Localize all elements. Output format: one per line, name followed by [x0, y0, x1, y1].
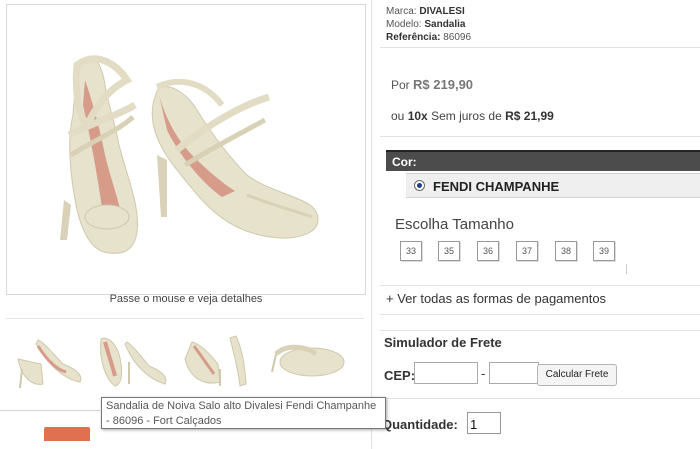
divider [380, 314, 700, 315]
main-product-image[interactable] [6, 4, 366, 295]
quantity-label: Quantidade: [382, 417, 458, 432]
model-row: Modelo: Sandalia [386, 19, 466, 30]
reference-label: Referência: [386, 32, 441, 43]
cep-dash: - [481, 366, 486, 381]
cep-input-suffix[interactable] [489, 362, 539, 384]
size-option-36[interactable]: 36 [477, 241, 499, 261]
color-title: Cor: [392, 155, 417, 169]
reference-row: Referência: 86096 [386, 32, 471, 43]
shoe-image [60, 55, 319, 254]
reference-value: 86096 [443, 32, 472, 43]
brand-label: Marca: [386, 6, 417, 17]
thumbnail-1[interactable] [8, 324, 92, 390]
thumbnail-2[interactable] [93, 324, 177, 390]
buy-button[interactable] [44, 427, 90, 441]
installments-prefix: ou [391, 109, 405, 123]
price-row: Por R$ 219,90 [391, 77, 473, 92]
divider [380, 398, 700, 399]
payment-options-link[interactable]: + Ver todas as formas de pagamentos [386, 291, 606, 306]
size-option-33[interactable]: 33 [400, 241, 422, 261]
size-title: Escolha Tamanho [395, 216, 514, 233]
divider [380, 47, 700, 48]
divider [0, 410, 100, 411]
installments-text: Sem juros de [431, 109, 502, 123]
model-label: Modelo: [386, 19, 422, 30]
divider [380, 330, 700, 331]
size-option-39[interactable]: 39 [593, 241, 615, 261]
divider [6, 318, 364, 319]
color-option[interactable]: FENDI CHAMPANHE [406, 173, 700, 198]
cep-input-prefix[interactable] [414, 362, 478, 384]
size-option-35[interactable]: 35 [438, 241, 460, 261]
divider [380, 136, 700, 137]
quantity-input[interactable] [467, 412, 501, 434]
price-prefix: Por [391, 78, 410, 92]
model-value: Sandalia [424, 19, 466, 30]
color-name: FENDI CHAMPANHE [433, 179, 560, 194]
brand-value: DIVALESI [419, 6, 465, 17]
brand-row: Marca: DIVALESI [386, 6, 465, 17]
shoe-thumbnail-icon [100, 337, 167, 387]
price-value: R$ 219,90 [413, 77, 474, 92]
cep-label: CEP: [384, 368, 416, 383]
shipping-title: Simulador de Frete [384, 335, 502, 350]
thumbnail-3[interactable] [180, 324, 264, 390]
calculate-shipping-button[interactable]: Calcular Frete [537, 364, 617, 386]
hover-caption: Passe o mouse e veja detalhes [109, 293, 263, 305]
installments-row: ou 10x Sem juros de R$ 21,99 [391, 109, 554, 123]
shoe-thumbnail-icon [271, 344, 345, 377]
product-details-panel: Marca: DIVALESI Modelo: Sandalia Referên… [371, 0, 700, 449]
shoe-thumbnail-icon [184, 335, 247, 387]
thumbnail-tooltip: Sandalia de Noiva Salo alto Divalesi Fen… [101, 397, 386, 429]
size-option-38[interactable]: 38 [555, 241, 577, 261]
divider [626, 264, 627, 274]
divider [380, 285, 700, 286]
radio-selected-icon[interactable] [414, 180, 425, 191]
shoe-thumbnail-icon [17, 339, 82, 389]
installments-value: R$ 21,99 [505, 109, 554, 123]
size-option-37[interactable]: 37 [516, 241, 538, 261]
installments-count: 10x [407, 109, 428, 123]
color-header: Cor: [386, 150, 700, 171]
thumbnail-4[interactable] [266, 324, 350, 390]
